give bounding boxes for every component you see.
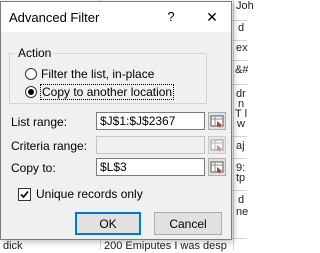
- radio-button-selected[interactable]: [25, 86, 37, 98]
- list-range-input[interactable]: [96, 112, 205, 130]
- criteria-range-label: Criteria range:: [11, 139, 88, 153]
- gridline: [233, 0, 234, 250]
- checkmark-icon: [20, 190, 29, 198]
- sheet-cell-text: 200 Emiputes I was desp: [104, 240, 227, 252]
- sheet-cell-text: Joh: [236, 0, 254, 12]
- copy-to-label: Copy to:: [11, 161, 56, 175]
- help-button[interactable]: ?: [161, 8, 181, 26]
- ok-button[interactable]: OK: [75, 212, 141, 235]
- action-group-label: Action: [15, 46, 55, 60]
- criteria-range-input[interactable]: [96, 136, 205, 154]
- unique-records-checkbox[interactable]: [18, 187, 31, 201]
- cancel-button[interactable]: Cancel: [154, 212, 222, 235]
- sheet-cell-text: tp: [236, 172, 246, 184]
- copy-to-picker-button[interactable]: [208, 158, 226, 176]
- title-bar: Advanced Filter ? ✕: [1, 2, 231, 32]
- sheet-cell-text: aj: [236, 140, 245, 152]
- sheet-cell-text: ex: [236, 42, 248, 54]
- radio-copy-label: Copy to another location: [39, 84, 175, 100]
- range-select-icon: [210, 139, 224, 152]
- sheet-cell-text: dick: [3, 240, 23, 252]
- list-range-picker-button[interactable]: [208, 112, 226, 130]
- sheet-cell-text: w: [237, 118, 245, 130]
- list-range-label: List range:: [11, 115, 68, 129]
- radio-filter-label: Filter the list, in-place: [41, 67, 155, 81]
- radio-filter-in-place[interactable]: Filter the list, in-place: [25, 66, 154, 82]
- dialog-title: Advanced Filter: [9, 10, 100, 25]
- close-button[interactable]: ✕: [201, 8, 223, 26]
- range-select-icon: [210, 115, 224, 128]
- radio-button[interactable]: [25, 68, 37, 80]
- unique-records-label: Unique records only: [36, 187, 143, 201]
- radio-copy-to-location[interactable]: Copy to another location: [25, 84, 175, 100]
- sheet-cell-text: d: [238, 22, 245, 34]
- advanced-filter-dialog: Advanced Filter ? ✕ Action Filter the li…: [0, 1, 232, 240]
- sheet-cell-text: ne: [236, 206, 249, 218]
- sheet-cell-text: &#: [235, 64, 249, 76]
- range-select-icon: [210, 161, 224, 174]
- copy-to-input[interactable]: [96, 158, 205, 176]
- criteria-range-picker-button[interactable]: [208, 136, 226, 154]
- unique-records-option[interactable]: Unique records only: [18, 186, 143, 202]
